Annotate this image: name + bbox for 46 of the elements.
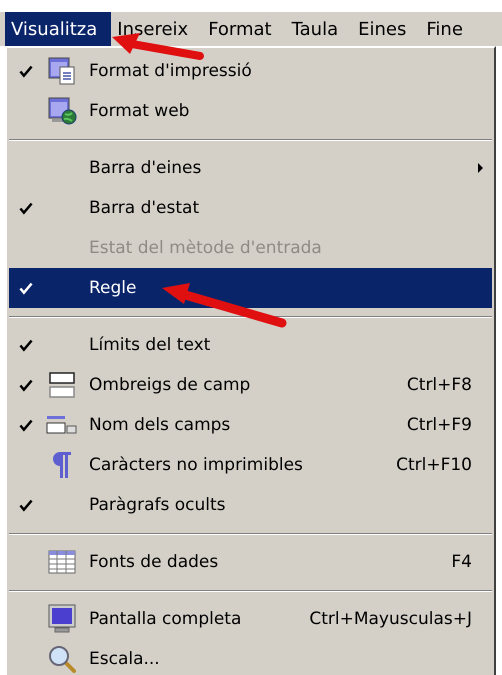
shortcut-text: Ctrl+F10 xyxy=(396,455,472,475)
shortcut-text: Ctrl+F8 xyxy=(406,375,472,395)
field-boxes-icon xyxy=(47,370,77,400)
menu-bar-item[interactable]: Format xyxy=(202,12,286,46)
menu-item-label: Barra d'eines xyxy=(88,158,202,178)
menu-item-label: Ombreigs de camp xyxy=(88,375,252,395)
menu-item-label: Pantalla completa xyxy=(88,609,242,629)
menu-bar-item[interactable]: Visualitza xyxy=(5,12,112,46)
menu-item[interactable]: Límits del text xyxy=(9,325,492,365)
menu-item[interactable]: Format d'impressió xyxy=(9,51,492,91)
menu-bar-item[interactable]: Eines xyxy=(352,12,420,46)
menu-item-label: Escala... xyxy=(88,649,161,669)
field-name-icon xyxy=(45,414,79,436)
menu-item-label: Paràgrafs ocults xyxy=(88,495,227,515)
menu-item-label: Límits del text xyxy=(88,335,212,355)
table-icon xyxy=(47,549,77,575)
menu-item-label: Format web xyxy=(88,101,190,121)
menu-bar-item[interactable]: Taula xyxy=(286,12,352,46)
menu-item-label: Fonts de dades xyxy=(88,552,220,572)
menu-item[interactable]: Fonts de dades F4 xyxy=(9,542,492,582)
shortcut-text: Ctrl+F9 xyxy=(406,415,472,435)
menu-item-label: Nom dels camps xyxy=(88,415,232,435)
menu-item[interactable]: Format web xyxy=(9,91,492,131)
menu-item[interactable]: Paràgrafs ocults xyxy=(9,485,492,525)
menu-bar-item[interactable]: Insereix xyxy=(111,12,202,46)
menu-item[interactable]: Nom dels camps Ctrl+F9 xyxy=(9,405,492,445)
menu-item[interactable]: Escala... xyxy=(9,639,492,675)
menu-item[interactable]: Regle xyxy=(9,268,492,308)
monitor-icon xyxy=(47,603,77,635)
menu-item[interactable]: Pantalla completa Ctrl+Mayusculas+J xyxy=(9,599,492,639)
shortcut-text: F4 xyxy=(451,552,472,572)
menu-item[interactable]: Caràcters no imprimibles Ctrl+F10 xyxy=(9,445,492,485)
menu-item-label: Format d'impressió xyxy=(88,61,253,81)
menu-item[interactable]: Ombreigs de camp Ctrl+F8 xyxy=(9,365,492,405)
menu-item-label: Caràcters no imprimibles xyxy=(88,455,304,475)
magnifier-icon xyxy=(47,644,77,674)
document-window-icon xyxy=(47,56,77,86)
menu-item[interactable]: Barra d'estat xyxy=(9,188,492,228)
menu-item-label: Barra d'estat xyxy=(88,198,200,218)
menu-item-label: Estat del mètode d'entrada xyxy=(88,238,323,258)
globe-window-icon xyxy=(47,96,77,126)
pilcrow-icon xyxy=(51,450,73,480)
shortcut-text: Ctrl+Mayusculas+J xyxy=(309,609,472,629)
menu-item-label: Regle xyxy=(88,278,138,298)
menu-bar-item[interactable]: Fine xyxy=(420,12,477,46)
menu-item[interactable]: Barra d'eines xyxy=(9,148,492,188)
